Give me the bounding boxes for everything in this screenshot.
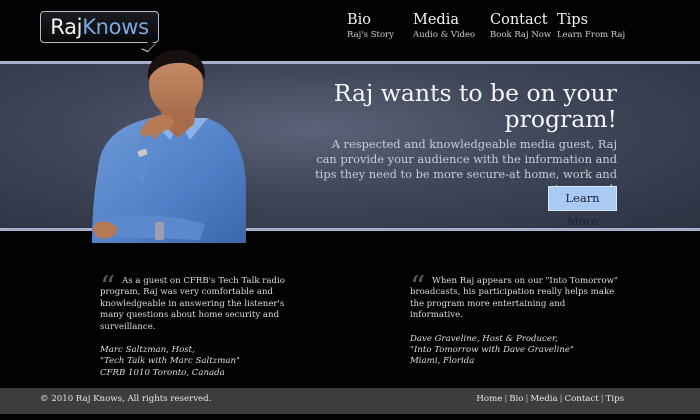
nav-tips[interactable]: Tips Learn From Raj — [557, 12, 625, 40]
footer-link-media[interactable]: Media — [530, 394, 557, 404]
nav-bio-subtitle: Raj's Story — [347, 30, 394, 40]
nav-media-title: Media — [413, 12, 459, 28]
copyright-text: © 2010 Raj Knows, All rights reserved. — [40, 394, 212, 404]
logo-knows: Knows — [82, 15, 149, 39]
logo-raj: Raj — [50, 15, 83, 39]
footer-link-bio[interactable]: Bio — [509, 394, 523, 404]
site-header: RajKnows Bio Raj's Story Media Audio & V… — [0, 0, 700, 60]
nav-tips-title: Tips — [557, 12, 589, 28]
testimonial-2: “ When Raj appears on our "Into Tomorrow… — [410, 270, 620, 368]
testimonial-2-show: "Into Tomorrow with Dave Graveline" — [410, 345, 574, 356]
footer-separator: | — [600, 394, 604, 404]
nav-contact-title: Contact — [490, 12, 548, 28]
testimonial-1-quote: As a guest on CFRB's Tech Talk radio pro… — [100, 276, 285, 332]
nav-bio-title: Bio — [347, 12, 372, 28]
site-footer: © 2010 Raj Knows, All rights reserved. H… — [0, 388, 700, 414]
testimonial-1-location: CFRB 1010 Toronto, Canada — [100, 367, 225, 378]
testimonial-2-location: Miami, Florida — [410, 356, 475, 367]
site-logo[interactable]: RajKnows — [40, 11, 159, 43]
footer-separator: | — [559, 394, 563, 404]
nav-contact-subtitle: Book Raj Now — [490, 30, 552, 40]
nav-media[interactable]: Media Audio & Video — [413, 12, 475, 40]
testimonial-1: “ As a guest on CFRB's Tech Talk radio p… — [100, 270, 310, 379]
testimonial-1-author: Marc Saltzman, Host, — [100, 345, 195, 356]
nav-bio[interactable]: Bio Raj's Story — [347, 12, 394, 40]
testimonial-2-quote: When Raj appears on our "Into Tomorrow" … — [410, 276, 618, 321]
learn-more-button[interactable]: Learn More — [548, 186, 617, 228]
footer-links: Home | Bio | Media | Contact | Tips — [476, 394, 624, 404]
quote-mark-icon: “ — [410, 270, 426, 305]
hero-title: Raj wants to be on your program! — [333, 79, 617, 133]
footer-link-contact[interactable]: Contact — [565, 394, 599, 404]
nav-tips-subtitle: Learn From Raj — [557, 30, 626, 40]
nav-contact[interactable]: Contact Book Raj Now — [490, 12, 551, 40]
footer-link-tips[interactable]: Tips — [606, 394, 624, 404]
nav-media-subtitle: Audio & Video — [413, 30, 476, 40]
quote-mark-icon: “ — [100, 270, 116, 305]
footer-link-home[interactable]: Home — [476, 394, 502, 404]
testimonial-2-attribution: Dave Graveline, Host & Producer, "Into T… — [410, 334, 620, 368]
testimonial-1-show: "Tech Talk with Marc Saltzman" — [100, 356, 240, 367]
testimonial-1-attribution: Marc Saltzman, Host, "Tech Talk with Mar… — [100, 345, 310, 379]
testimonial-2-author: Dave Graveline, Host & Producer, — [410, 333, 558, 344]
